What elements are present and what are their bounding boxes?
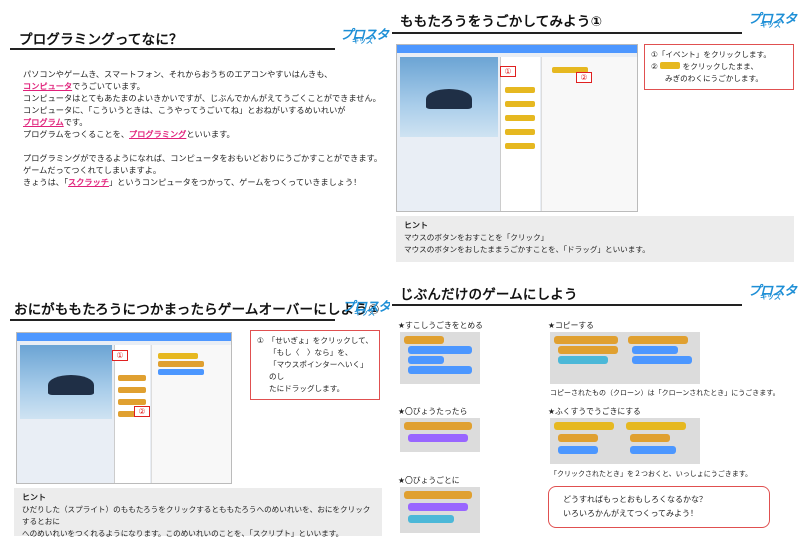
section-heading: ★ふくすうでうごきにする: [548, 407, 641, 416]
hint-box: ヒント マウスのボタンをおすことを「クリック」 マウスのボタンをおしたままうごか…: [396, 216, 794, 262]
panel-make-your-game: じぶんだけのゲームにしよう プロスタ キッズ ★すこしうごきをとめる ★コピーする…: [390, 278, 804, 557]
page-title: おにがももたろうにつかまったらゲームオーバーにしよう①: [14, 302, 380, 318]
section-heading: ★コピーする: [548, 321, 594, 330]
scratch-screenshot: [396, 44, 638, 212]
section-heading: ★〇びょうごとに: [398, 476, 460, 485]
section-heading: ★すこしうごきをとめる: [398, 321, 483, 330]
instruction-callout: ①「イベント」をクリックします。 ② をクリックしたまま、 みぎのわくにうごかし…: [644, 44, 794, 90]
logo: プロスタ キッズ: [748, 284, 797, 301]
many-note: 「クリックされたとき」を２つおくと、いっしょにうごきます。: [550, 470, 753, 478]
title-rule: [10, 48, 335, 50]
logo: プロスタ キッズ: [340, 28, 389, 45]
code-sample: [400, 332, 480, 384]
title-rule: [392, 304, 742, 306]
code-sample: [400, 418, 480, 452]
paragraph: パソコンやゲームき、スマートフォン、それからおうちのエアコンやすいはんきも、 コ…: [23, 69, 383, 187]
panel-move-momotaro: ももたろうをうごかしてみよう① プロスタ キッズ ① ② ①「イベント」をクリック…: [390, 0, 804, 275]
title-rule: [392, 32, 742, 34]
instruction-callout: ① 「せいぎょ」をクリックして、 「もし〈 〉なら」を、 「マウスポインターへい…: [250, 330, 380, 400]
logo: プロスタ キッズ: [342, 300, 390, 317]
logo: プロスタ キッズ: [748, 12, 797, 29]
copy-note: コピーされたもの（クローン）は「クローンされたとき」にうごきます。: [550, 389, 780, 397]
page-title: じぶんだけのゲームにしよう: [400, 287, 578, 303]
step-badge: ②: [134, 406, 150, 417]
code-sample: [550, 332, 700, 384]
panel-what-is-programming: プログラミングってなに？ プロスタ キッズ パソコンやゲームき、スマートフォン、そ…: [0, 0, 390, 275]
step-badge: ②: [576, 72, 592, 83]
step-badge: ①: [112, 350, 128, 361]
page-title: ももたろうをうごかしてみよう①: [400, 14, 603, 30]
encouragement-note: どうすればもっとおもしろくなるかな？ いろいろかんがえてつくってみよう！: [548, 486, 770, 528]
panel-game-over: おにがももたろうにつかまったらゲームオーバーにしよう① プロスタ キッズ ① ② …: [0, 278, 390, 557]
title-rule: [10, 319, 335, 321]
hint-box: ヒント ひだりした（スプライト）のももたろうをクリックするとももたろうへのめいれ…: [14, 488, 382, 538]
code-sample: [550, 418, 700, 464]
section-heading: ★〇びょうたったら: [398, 407, 468, 416]
step-badge: ①: [500, 66, 516, 77]
page-title: プログラミングってなに？: [19, 32, 183, 48]
code-sample: [400, 487, 480, 533]
